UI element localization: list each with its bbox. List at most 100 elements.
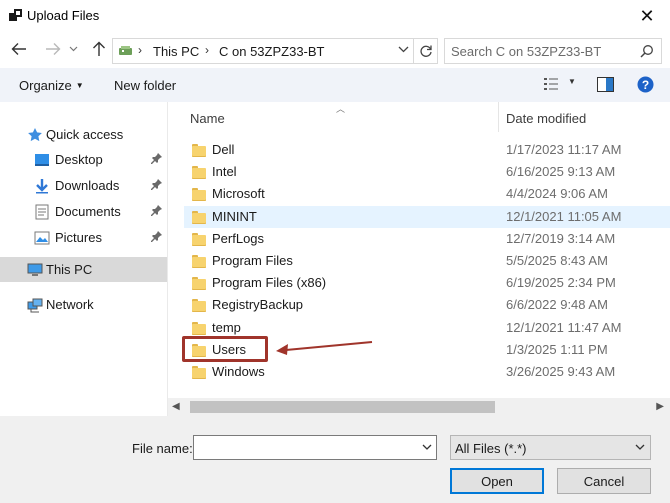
scroll-right-icon[interactable]: ▶	[656, 401, 664, 412]
help-button[interactable]: ?	[637, 76, 654, 96]
file-name: Intel	[212, 164, 237, 179]
refresh-button[interactable]	[414, 38, 438, 64]
folder-icon	[192, 232, 206, 246]
caret-down-icon[interactable]: ▼	[568, 77, 576, 86]
sidebar-item-label: This PC	[46, 262, 93, 277]
table-row[interactable]: RegistryBackup 6/6/2022 9:48 AM	[184, 294, 670, 316]
annotation-highlight-box	[182, 336, 268, 362]
breadcrumb-this-pc[interactable]: This PC	[153, 44, 199, 59]
breadcrumb-c-drive[interactable]: C on 53ZPZ33-BT	[219, 44, 325, 59]
download-icon	[36, 179, 48, 194]
folder-icon	[192, 210, 206, 224]
desktop-icon	[35, 154, 49, 166]
sidebar-item-label: Quick access	[46, 127, 124, 142]
date-modified: 5/5/2025 8:43 AM	[506, 253, 608, 268]
file-type-select[interactable]: All Files (*.*)	[450, 435, 651, 460]
preview-pane-icon	[597, 77, 614, 92]
forward-button[interactable]	[42, 38, 64, 60]
sidebar-item-network[interactable]: Network	[0, 292, 167, 317]
address-bar[interactable]: › This PC › C on 53ZPZ33-BT	[112, 38, 414, 64]
sidebar-item-this-pc[interactable]: This PC	[0, 257, 167, 282]
column-header-row: ︿ Name Date modified	[168, 102, 670, 132]
scroll-left-icon[interactable]: ◀	[172, 401, 180, 412]
breadcrumb-separator: ›	[205, 43, 209, 57]
details-view-icon	[544, 78, 558, 90]
up-button[interactable]	[88, 38, 110, 60]
sidebar-item-quick-access[interactable]: Quick access	[0, 122, 167, 147]
svg-text:?: ?	[642, 78, 649, 92]
folder-icon	[192, 187, 206, 201]
file-name: Windows	[212, 364, 265, 379]
sidebar-item-label: Network	[46, 297, 94, 312]
column-divider[interactable]	[498, 102, 499, 132]
folder-icon	[192, 165, 206, 179]
file-name: temp	[212, 320, 241, 335]
scrollbar-thumb[interactable]	[190, 401, 495, 413]
sidebar-item-label: Downloads	[55, 178, 120, 193]
sidebar-item-desktop[interactable]: Desktop	[0, 147, 167, 172]
dialog-footer: File name: All Files (*.*) Open Cancel	[0, 416, 670, 503]
pin-icon	[151, 231, 162, 242]
file-name: Program Files (x86)	[212, 275, 327, 290]
horizontal-scrollbar[interactable]: ◀ ▶	[168, 398, 670, 416]
file-name-label: File name:	[132, 441, 193, 456]
search-icon	[640, 45, 653, 58]
pin-icon	[151, 179, 162, 190]
annotation-arrow-icon	[276, 341, 373, 355]
date-modified: 6/19/2025 2:34 PM	[506, 275, 616, 290]
table-row[interactable]: Microsoft 4/4/2024 9:06 AM	[184, 183, 670, 205]
cancel-button[interactable]: Cancel	[557, 468, 651, 494]
up-arrow-icon	[93, 41, 105, 56]
drive-icon	[119, 46, 132, 55]
date-modified: 1/17/2023 11:17 AM	[506, 142, 622, 157]
table-row[interactable]: Windows 3/26/2025 9:43 AM	[184, 361, 670, 383]
search-input[interactable]	[451, 43, 631, 60]
chevron-down-icon	[69, 46, 77, 52]
column-header-date-modified[interactable]: Date modified	[506, 111, 586, 126]
back-button[interactable]	[8, 38, 30, 60]
folder-icon	[192, 276, 206, 290]
chevron-down-icon[interactable]	[422, 443, 432, 451]
table-row[interactable]: PerfLogs 12/7/2019 3:14 AM	[184, 228, 670, 250]
open-button[interactable]: Open	[450, 468, 544, 494]
table-row[interactable]: MININT 12/1/2021 11:05 AM	[184, 206, 670, 228]
file-name-input[interactable]	[198, 439, 412, 456]
date-modified: 12/1/2021 11:05 AM	[506, 209, 622, 224]
window-title: Upload Files	[27, 8, 100, 23]
view-options-button[interactable]	[543, 77, 559, 94]
table-row[interactable]: Intel 6/16/2025 9:13 AM	[184, 161, 670, 183]
table-row[interactable]: Program Files (x86) 6/19/2025 2:34 PM	[184, 272, 670, 294]
folder-icon	[192, 365, 206, 379]
forward-arrow-icon	[46, 43, 61, 55]
new-folder-label: New folder	[114, 78, 177, 93]
sidebar-item-documents[interactable]: Documents	[0, 199, 167, 224]
close-icon: ✕	[639, 5, 655, 26]
organize-menu[interactable]: Organize ▼	[19, 78, 84, 93]
organize-label: Organize	[19, 78, 72, 93]
title-bar: Upload Files ✕	[0, 0, 670, 32]
file-name-combobox[interactable]	[193, 435, 437, 460]
search-box[interactable]	[444, 38, 662, 64]
sidebar-item-label: Pictures	[55, 230, 102, 245]
sidebar-item-downloads[interactable]: Downloads	[0, 173, 167, 198]
column-header-name[interactable]: Name	[190, 111, 225, 126]
folder-icon	[192, 254, 206, 268]
new-folder-button[interactable]: New folder	[114, 78, 176, 93]
help-icon: ?	[637, 76, 654, 93]
date-modified: 3/26/2025 9:43 AM	[506, 364, 616, 379]
close-button[interactable]: ✕	[624, 0, 670, 32]
table-row[interactable]: Program Files 5/5/2025 8:43 AM	[184, 250, 670, 272]
date-modified: 6/16/2025 9:13 AM	[506, 164, 616, 179]
file-name: Microsoft	[212, 186, 265, 201]
computer-icon	[27, 263, 43, 276]
app-icon	[9, 9, 22, 22]
preview-pane-button[interactable]	[597, 77, 614, 95]
sidebar-item-label: Documents	[55, 204, 121, 219]
table-row[interactable]: Dell 1/17/2023 11:17 AM	[184, 139, 670, 161]
sidebar-item-label: Desktop	[55, 152, 103, 167]
sidebar-item-pictures[interactable]: Pictures	[0, 225, 167, 250]
folder-icon	[192, 143, 206, 157]
sort-caret-icon: ︿	[336, 104, 346, 114]
recent-locations-button[interactable]	[66, 38, 80, 60]
chevron-down-icon[interactable]	[398, 45, 409, 54]
